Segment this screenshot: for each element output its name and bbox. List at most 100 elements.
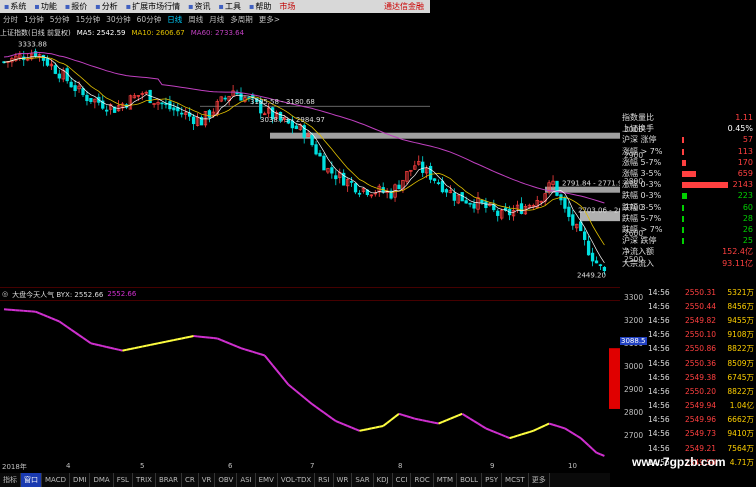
indicator-tab[interactable]: SAR [352, 473, 374, 487]
tick-cell: 8509万 [727, 358, 754, 368]
indicator-tab[interactable]: 指标 [0, 473, 21, 487]
tick-cell: 2550.86 [684, 344, 716, 354]
sentiment-segment [529, 429, 534, 434]
stat-label: 涨幅 > 7% [622, 146, 663, 156]
sentiment-segment [181, 336, 186, 340]
tick-cell: 14:56 [648, 415, 670, 425]
value-marker: 3088.5 [620, 337, 647, 345]
indicator-tab[interactable]: VR [199, 473, 216, 487]
menu-item[interactable]: ▪ 扩展市场行情 [122, 0, 184, 13]
indicator-tab[interactable]: MACD [42, 473, 70, 487]
tick-cell: 14:56 [648, 372, 670, 382]
candle-body [349, 181, 354, 183]
period-tab[interactable]: 15分钟 [73, 14, 104, 25]
tick-cell: 8822万 [727, 386, 754, 396]
ma5-label: MA5: 2542.59 [76, 29, 126, 37]
sentiment-segment [279, 374, 286, 381]
ma10-label: MA10: 2606.67 [131, 29, 185, 37]
period-tab[interactable]: 1分钟 [21, 14, 47, 25]
sentiment-segment [386, 419, 392, 424]
indicator-tab[interactable]: WR [334, 473, 353, 487]
period-tab[interactable]: 月线 [206, 14, 227, 25]
system-icon: ▪ [4, 2, 10, 11]
indicator-tab[interactable]: DMA [90, 473, 114, 487]
sentiment-segment [587, 444, 594, 450]
stat-value: 0.45% [727, 124, 753, 134]
sentiment-segment [295, 390, 301, 396]
period-tab[interactable]: 5分钟 [47, 14, 73, 25]
x-tick: 4 [66, 462, 71, 470]
indicator-tab[interactable]: DMI [70, 473, 91, 487]
indicator-tab[interactable]: FSL [114, 473, 133, 487]
candlestick-chart[interactable]: 3333.88 3105.58 - 3180.68 3038.73 - 2984.9… [0, 38, 620, 288]
indicator-tab[interactable]: OBV [215, 473, 238, 487]
indicator-tab[interactable]: BRAR [156, 473, 182, 487]
menu-item[interactable]: ▪ 工具 [215, 0, 245, 13]
indicator-tab[interactable]: CCI [393, 473, 412, 487]
menu-item[interactable]: ▪ 功能 [30, 0, 60, 13]
stat-label: 跌幅 3-5% [622, 202, 662, 212]
menu-item[interactable]: ▪ 帮助 [245, 0, 275, 13]
period-tab[interactable]: 多周期 [227, 14, 256, 25]
menu-item-label: 资讯 [194, 2, 211, 11]
period-tab[interactable]: 更多> [256, 14, 283, 25]
market-menu[interactable]: 市场 [275, 0, 299, 13]
sentiment-segment [66, 326, 72, 331]
menu-item[interactable]: ▪ 分析 [91, 0, 121, 13]
indicator-tab[interactable]: KDJ [374, 473, 393, 487]
sentiment-segment [232, 344, 238, 348]
ma60-label: MA60: 2733.64 [190, 29, 245, 37]
sentiment-segment [410, 416, 416, 420]
sentiment-segment [220, 339, 226, 343]
stat-value: 2143 [732, 180, 753, 190]
indicator-tab[interactable]: TRIX [133, 473, 156, 487]
sentiment-segment [418, 418, 423, 422]
sentiment-segment [591, 448, 598, 454]
tick-row: 14:56 2550.44 8456万 [646, 299, 756, 313]
indicator-tab[interactable]: VOL-TDX [278, 473, 316, 487]
menu-item-label: 扩展市场行情 [132, 2, 181, 11]
indicator-tab[interactable]: CR [182, 473, 199, 487]
sentiment-segment [485, 427, 491, 431]
quote-icon: ▪ [64, 2, 71, 11]
indicator-tab[interactable]: 更多 [529, 473, 550, 487]
menu-item[interactable]: ▪ 资讯 [184, 0, 214, 13]
sentiment-segment [106, 345, 111, 349]
tick-row: 14:56 2549.96 6662万 [646, 413, 756, 427]
stat-bar [682, 159, 686, 166]
ma10-line [3, 57, 605, 246]
sentiment-segment [35, 310, 40, 315]
sentiment-segment [307, 400, 313, 405]
sentiment-segment [189, 335, 194, 338]
y-tick: 3200 [624, 316, 644, 325]
sentiment-segment [303, 396, 309, 402]
indicator-tab[interactable]: 窗口 [21, 473, 42, 487]
stat-label: 指数量比 [622, 113, 654, 123]
indicator-tab[interactable]: MTM [434, 473, 458, 487]
period-tab[interactable]: 30分钟 [103, 14, 134, 25]
period-tab[interactable]: 60分钟 [134, 14, 165, 25]
sentiment-chart[interactable] [0, 300, 620, 462]
sentiment-segment [177, 337, 182, 341]
candle-body [353, 183, 358, 193]
tick-row: 14:56 2549.38 6745万 [646, 370, 756, 384]
period-tab[interactable]: 周线 [185, 14, 206, 25]
candle-body [105, 109, 109, 112]
indicator-tab[interactable]: EMV [256, 473, 278, 487]
tick-cell: 14:56 [648, 330, 670, 340]
sentiment-segment [371, 426, 376, 430]
indicator-tab[interactable]: ASI [237, 473, 256, 487]
menu-item[interactable]: ▪ 系统 [0, 0, 30, 13]
period-tab[interactable]: 分时 [0, 14, 21, 25]
indicator-tab[interactable]: MCST [502, 473, 529, 487]
indicator-tab[interactable]: RSI [315, 473, 334, 487]
candle-body [223, 97, 227, 100]
menu-item[interactable]: ▪ 报价 [61, 0, 91, 13]
indicator-tab[interactable]: PSY [482, 473, 503, 487]
x-tick: 2018年 [2, 463, 27, 471]
indicator-tab[interactable]: ROC [411, 473, 434, 487]
period-tab[interactable]: 日线 [164, 14, 185, 25]
candle-body [239, 92, 243, 101]
indicator-tab[interactable]: BOLL [457, 473, 483, 487]
sentiment-segment [394, 413, 400, 418]
